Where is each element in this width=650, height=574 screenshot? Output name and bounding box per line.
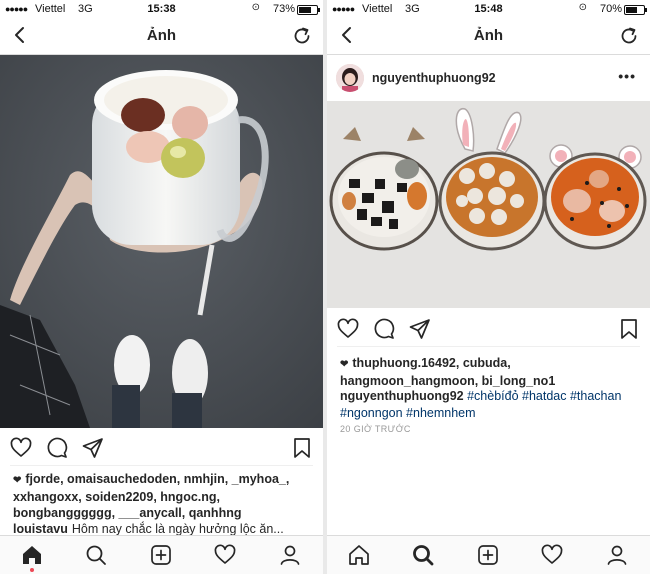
activity-icon[interactable] <box>213 543 237 567</box>
post-timestamp: 20 GIỜ TRƯỚC <box>340 424 411 434</box>
small-heart-icon: ❤ <box>340 359 349 370</box>
rotation-lock-icon: ⊙ <box>251 2 260 13</box>
post-photo[interactable] <box>0 55 323 428</box>
page-title: Ảnh <box>473 27 504 44</box>
refresh-icon[interactable] <box>291 25 313 47</box>
bottom-tab-bar <box>0 535 323 574</box>
avatar[interactable] <box>336 64 364 92</box>
profile-icon[interactable] <box>605 543 629 567</box>
comment-icon[interactable] <box>372 317 396 341</box>
home-icon[interactable] <box>347 543 371 567</box>
more-options-icon[interactable]: ••• <box>618 68 636 84</box>
activity-icon[interactable] <box>540 543 564 567</box>
home-icon[interactable] <box>20 543 44 567</box>
caption-text: Hôm nay chắc là ngày hưởng lộc ăn... <box>71 522 284 536</box>
profile-icon[interactable] <box>278 543 302 567</box>
search-icon[interactable] <box>411 543 435 567</box>
likes-list[interactable]: ❤ fjorde, omaisauchedoden, nmhjin, _myhoa… <box>13 471 313 521</box>
battery-percent: 73% <box>272 3 295 15</box>
bookmark-icon[interactable] <box>290 436 314 460</box>
heart-icon[interactable] <box>9 436 33 460</box>
right-phone-screen: ●●●●● Viettel 3G 15:48 ⊙ 70% Ảnh nguyent… <box>327 0 650 574</box>
nav-bar: Ảnh <box>0 18 323 55</box>
comparison-wrapper: ●●●●● Viettel 3G 15:38 ⊙ 73% Ảnh ❤ fjord… <box>0 0 650 574</box>
caption-username[interactable]: nguyenthuphuong92 <box>340 389 464 403</box>
caption-username[interactable]: louistavu <box>13 522 68 536</box>
search-icon[interactable] <box>84 543 108 567</box>
status-bar: ●●●●● Viettel 3G 15:48 ⊙ 70% <box>327 0 650 18</box>
left-phone-screen: ●●●●● Viettel 3G 15:38 ⊙ 73% Ảnh ❤ fjord… <box>0 0 323 574</box>
battery-percent: 70% <box>599 3 622 15</box>
page-title: Ảnh <box>146 27 177 44</box>
post-header: nguyenthuphuong92 ••• <box>327 55 650 101</box>
divider <box>337 346 640 347</box>
post-caption: nguyenthuphuong92 #chèbíđỏ #hatdac #thac… <box>340 388 644 422</box>
bookmark-icon[interactable] <box>617 317 641 341</box>
post-username[interactable]: nguyenthuphuong92 <box>372 71 496 85</box>
divider <box>10 465 313 466</box>
post-photo[interactable] <box>327 101 650 308</box>
nav-bar: Ảnh <box>327 18 650 55</box>
small-heart-icon: ❤ <box>13 475 22 486</box>
heart-icon[interactable] <box>336 317 360 341</box>
share-icon[interactable] <box>408 317 432 341</box>
post-actions <box>327 313 650 343</box>
rotation-lock-icon: ⊙ <box>578 2 587 13</box>
battery-icon <box>297 5 320 15</box>
post-actions <box>0 432 323 462</box>
likers-text[interactable]: fjorde, omaisauchedoden, nmhjin, _myhoa_… <box>13 472 289 520</box>
share-icon[interactable] <box>81 436 105 460</box>
comment-icon[interactable] <box>45 436 69 460</box>
notification-dot <box>30 568 34 572</box>
status-bar: ●●●●● Viettel 3G 15:38 ⊙ 73% <box>0 0 323 18</box>
likers-text[interactable]: thuphuong.16492, cubuda, hangmoon_hangmo… <box>340 356 555 388</box>
refresh-icon[interactable] <box>618 25 640 47</box>
add-icon[interactable] <box>476 543 500 567</box>
likes-list[interactable]: ❤ thuphuong.16492, cubuda, hangmoon_hangm… <box>340 355 640 390</box>
battery-icon <box>624 5 647 15</box>
bottom-tab-bar <box>327 535 650 574</box>
add-icon[interactable] <box>149 543 173 567</box>
